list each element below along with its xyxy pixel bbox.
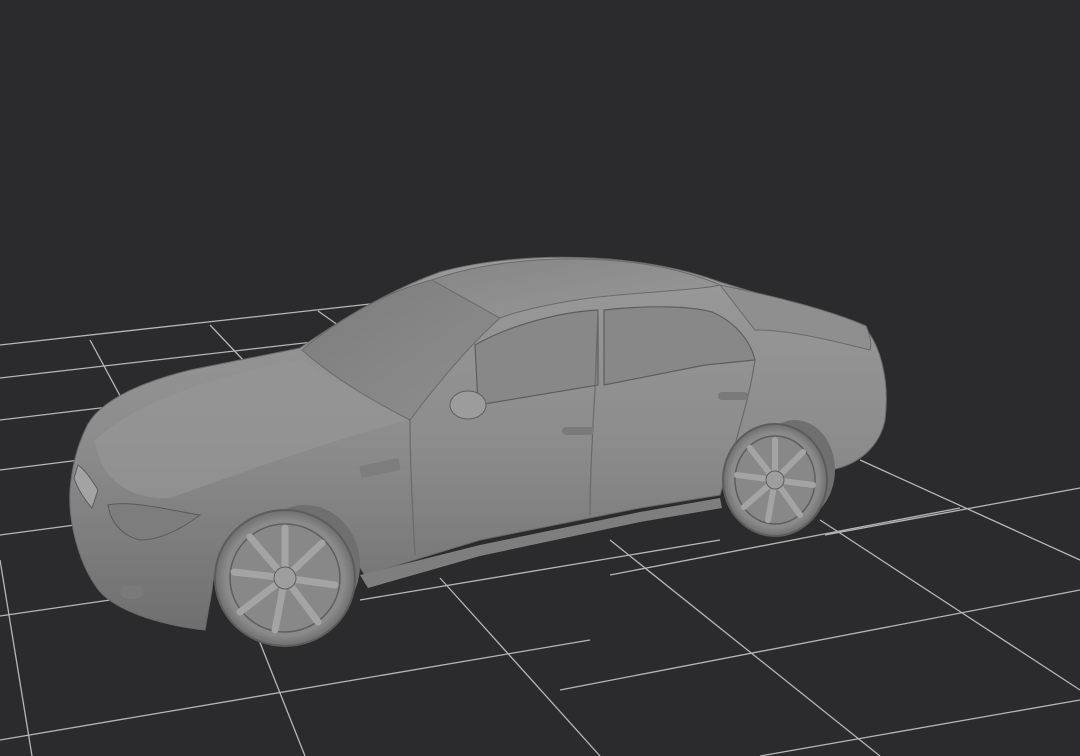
car-door-handle-front [562, 427, 594, 435]
viewport-canvas[interactable] [0, 0, 1080, 756]
car-fog-light [120, 585, 144, 599]
3d-viewport[interactable] [0, 0, 1080, 756]
car-door-handle-rear [718, 392, 748, 400]
car-model[interactable] [69, 256, 887, 647]
car-rear-wheel [722, 420, 835, 537]
car-side-mirror [449, 390, 487, 420]
